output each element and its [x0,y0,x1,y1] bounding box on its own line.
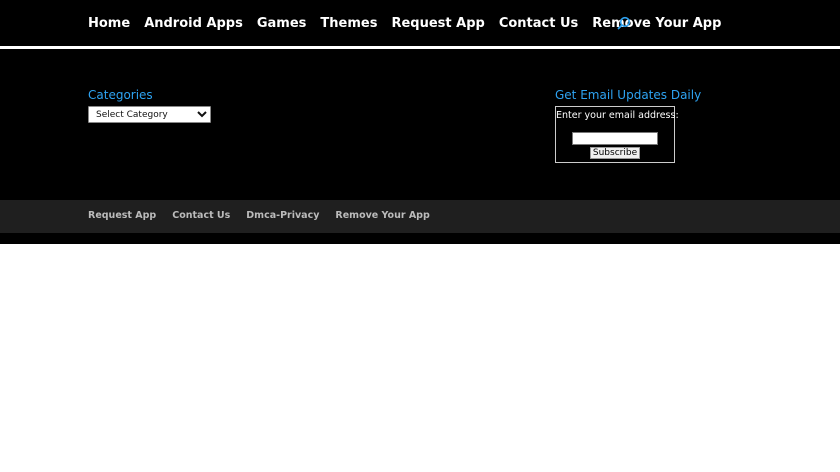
footer-menu: Request App Contact Us Dmca-Privacy Remo… [88,210,430,222]
footer-link-request-app[interactable]: Request App [88,210,156,222]
nav-item-android-apps[interactable]: Android Apps [144,16,243,32]
categories-dropdown[interactable]: Select Category [88,106,211,123]
nav-item-request-app[interactable]: Request App [391,16,484,32]
search-icon[interactable] [617,16,631,30]
footer-link-remove-your-app[interactable]: Remove Your App [335,210,429,222]
email-updates-title: Get Email Updates Daily [555,88,702,102]
footer-bar: Request App Contact Us Dmca-Privacy Remo… [0,200,840,233]
nav-item-themes[interactable]: Themes [320,16,377,32]
footer-link-dmca-privacy[interactable]: Dmca-Privacy [246,210,319,222]
nav-item-contact-us[interactable]: Contact Us [499,16,578,32]
categories-title: Categories [88,88,153,102]
footer-link-contact-us[interactable]: Contact Us [172,210,230,222]
subscribe-button[interactable]: Subscribe [590,147,640,159]
email-subscribe-form: Enter your email address: Subscribe [555,106,679,163]
top-navigation: Home Android Apps Games Themes Request A… [0,0,840,46]
footer-bottom-strip [0,233,840,244]
page: Home Android Apps Games Themes Request A… [0,0,840,472]
footer-widgets: Categories Select Category Get Email Upd… [0,49,840,200]
nav-item-games[interactable]: Games [257,16,307,32]
email-label: Enter your email address: [556,110,679,121]
nav-item-home[interactable]: Home [88,16,130,32]
nav-item-remove-your-app[interactable]: Remove Your App [592,16,721,32]
email-input[interactable] [572,132,658,145]
